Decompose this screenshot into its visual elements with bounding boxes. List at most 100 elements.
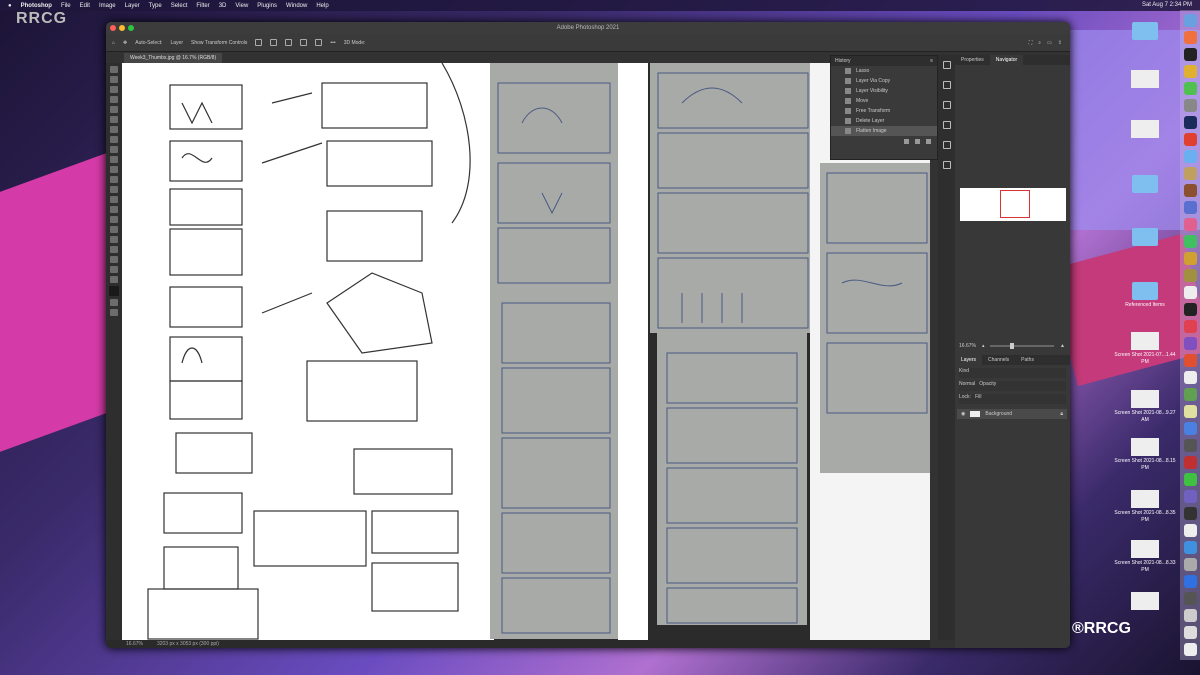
menu-file[interactable]: File	[61, 3, 71, 9]
blend-mode-select[interactable]: Normal Opacity	[959, 381, 1066, 391]
dock-app-icon[interactable]	[1183, 320, 1197, 333]
eyedropper-icon[interactable]	[110, 126, 118, 133]
tab-paths[interactable]: Paths	[1015, 355, 1040, 365]
dock-app-icon[interactable]	[1183, 269, 1197, 282]
align-icon[interactable]	[270, 39, 278, 46]
new-snapshot-icon[interactable]	[904, 138, 909, 144]
clone-source-icon[interactable]	[942, 101, 951, 109]
libraries-icon[interactable]	[942, 161, 951, 169]
dock-app-icon[interactable]	[1183, 354, 1197, 367]
frame-tool-icon[interactable]	[110, 116, 118, 123]
dock-app-icon[interactable]	[1183, 99, 1197, 112]
lock-row[interactable]: Lock: Fill	[959, 394, 1066, 404]
menu-edit[interactable]: Edit	[80, 3, 90, 9]
dock-app-icon[interactable]	[1183, 507, 1197, 520]
dock-app-icon[interactable]	[1183, 31, 1197, 44]
menu-view[interactable]: View	[235, 3, 248, 9]
search-icon[interactable]: ⌕	[1038, 40, 1041, 46]
desktop-item[interactable]	[1112, 592, 1178, 612]
dock-app-icon[interactable]	[1183, 371, 1197, 384]
dock-app-icon[interactable]	[1183, 626, 1197, 639]
desktop-item[interactable]	[1112, 228, 1178, 248]
trash-icon[interactable]	[926, 138, 931, 144]
history-state[interactable]: Layer Via Copy	[831, 76, 937, 86]
quick-mask-icon[interactable]	[110, 299, 118, 306]
workspace-icon[interactable]: ▭	[1047, 40, 1052, 46]
brush-tool-icon[interactable]	[110, 146, 118, 153]
apple-icon[interactable]: ●	[8, 3, 12, 9]
quick-select-icon[interactable]	[110, 96, 118, 103]
desktop-item[interactable]: Screen Shot 2021-08...8.35 PM	[1112, 490, 1178, 523]
history-title[interactable]: History	[835, 58, 851, 64]
clock[interactable]: Sat Aug 7 2:34 PM	[1142, 2, 1192, 8]
close-button[interactable]	[110, 25, 116, 31]
auto-select-target[interactable]: Layer	[170, 40, 183, 46]
auto-select-checkbox[interactable]: Auto-Select:	[135, 40, 162, 46]
dock-app-icon[interactable]	[1183, 150, 1197, 163]
dock-app-icon[interactable]	[1183, 167, 1197, 180]
history-brush-icon[interactable]	[110, 166, 118, 173]
dock-app-icon[interactable]	[1183, 303, 1197, 316]
desktop-item[interactable]	[1112, 120, 1178, 140]
minimize-button[interactable]	[119, 25, 125, 31]
desktop-item[interactable]: Referenced Items	[1112, 282, 1178, 309]
menu-3d[interactable]: 3D	[219, 3, 227, 9]
distribute-icon[interactable]	[300, 39, 308, 46]
dock-app-icon[interactable]	[1183, 558, 1197, 571]
zoom-in-icon[interactable]: ▲	[1060, 343, 1065, 349]
tab-channels[interactable]: Channels	[982, 355, 1015, 365]
navigator-zoom[interactable]: 16.67%	[959, 343, 976, 349]
history-state[interactable]: Free Transform	[831, 106, 937, 116]
dock-app-icon[interactable]	[1183, 201, 1197, 214]
menu-plugins[interactable]: Plugins	[257, 3, 277, 9]
dock-app-icon[interactable]	[1183, 337, 1197, 350]
status-doc-size[interactable]: 3203 px x 3053 px (300 ppi)	[157, 641, 219, 647]
dock-app-icon[interactable]	[1183, 609, 1197, 622]
more-options[interactable]: •••	[330, 40, 335, 46]
history-panel-icon[interactable]	[942, 61, 951, 69]
dock-app-icon[interactable]	[1183, 456, 1197, 469]
tab-properties[interactable]: Properties	[955, 55, 990, 65]
dock-app-icon[interactable]	[1183, 405, 1197, 418]
dock-app-icon[interactable]	[1183, 116, 1197, 129]
history-state[interactable]: Delete Layer	[831, 116, 937, 126]
layer-filter[interactable]: Kind	[959, 368, 1066, 378]
dock-app-icon[interactable]	[1183, 388, 1197, 401]
menu-app[interactable]: Photoshop	[21, 3, 52, 9]
navigator-thumbnail[interactable]	[960, 188, 1066, 221]
marquee-tool-icon[interactable]	[110, 76, 118, 83]
foreground-color-swatch[interactable]	[109, 286, 119, 296]
hand-tool-icon[interactable]	[110, 256, 118, 263]
lasso-tool-icon[interactable]	[110, 86, 118, 93]
dock-app-icon[interactable]	[1183, 473, 1197, 486]
desktop-item[interactable]	[1112, 22, 1178, 42]
more-tools-icon[interactable]	[110, 276, 118, 283]
menu-layer[interactable]: Layer	[125, 3, 140, 9]
blur-icon[interactable]	[110, 196, 118, 203]
dock-app-icon[interactable]	[1183, 65, 1197, 78]
history-state[interactable]: Lasso	[831, 66, 937, 76]
move-tool-icon[interactable]: ✥	[123, 40, 127, 46]
desktop-item[interactable]	[1112, 70, 1178, 90]
align-icon[interactable]	[255, 39, 263, 46]
layer-row[interactable]: ◉ Background 🔒︎	[957, 409, 1067, 419]
dock-app-icon[interactable]	[1183, 252, 1197, 265]
zoom-button[interactable]	[128, 25, 134, 31]
zoom-out-icon[interactable]: ▴	[982, 343, 985, 349]
tab-layers[interactable]: Layers	[955, 355, 983, 365]
history-state[interactable]: Move	[831, 96, 937, 106]
dock-app-icon[interactable]	[1183, 524, 1197, 537]
align-icon[interactable]	[285, 39, 293, 46]
pen-tool-icon[interactable]	[110, 216, 118, 223]
desktop-item[interactable]	[1112, 175, 1178, 195]
dock-app-icon[interactable]	[1183, 235, 1197, 248]
desktop-item[interactable]: Screen Shot 2021-08...9.27 AM	[1112, 390, 1178, 423]
crop-tool-icon[interactable]	[110, 106, 118, 113]
camera-icon[interactable]	[915, 138, 920, 144]
canvas[interactable]	[122, 63, 930, 640]
show-transform-checkbox[interactable]: Show Transform Controls	[191, 40, 247, 46]
tab-navigator[interactable]: Navigator	[989, 55, 1024, 65]
dock-app-icon[interactable]	[1183, 575, 1197, 588]
distribute-icon[interactable]	[315, 39, 323, 46]
dodge-icon[interactable]	[110, 206, 118, 213]
